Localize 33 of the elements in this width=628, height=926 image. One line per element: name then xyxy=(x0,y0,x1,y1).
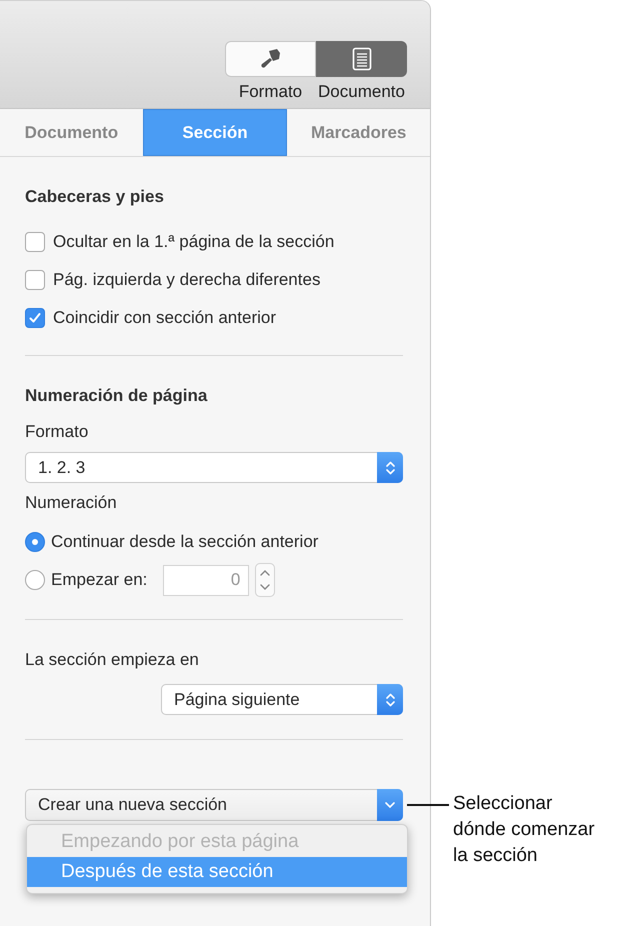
checkbox-label: Ocultar en la 1.ª página de la sección xyxy=(53,232,334,252)
tab[interactable]: Sección xyxy=(142,109,288,156)
checkbox[interactable] xyxy=(25,232,45,252)
toolbar-button[interactable] xyxy=(225,41,316,77)
field-label: La sección empieza en xyxy=(25,650,200,670)
radio-label: Continuar desde la sección anterior xyxy=(51,532,318,552)
checkmark-icon xyxy=(28,311,42,325)
new-section-dropdown[interactable]: Crear una nueva sección xyxy=(25,789,403,821)
menu-item[interactable]: Después de esta sección xyxy=(27,857,407,887)
section-heading: Numeración de página xyxy=(25,386,208,406)
tab[interactable]: Marcadores xyxy=(287,109,430,156)
radio-label: Empezar en: xyxy=(51,570,148,590)
section-start-select[interactable]: Página siguiente xyxy=(161,684,403,715)
chevron-down-icon xyxy=(383,800,397,810)
checkbox[interactable] xyxy=(25,308,45,328)
radio-button[interactable] xyxy=(25,570,45,590)
tab[interactable]: Documento xyxy=(0,109,143,156)
radio-button[interactable] xyxy=(25,532,45,552)
toolbar-button[interactable] xyxy=(316,41,407,77)
field-label: Formato xyxy=(25,422,90,442)
document-icon xyxy=(352,47,372,71)
format-select[interactable]: 1. 2. 3 xyxy=(25,452,403,483)
checkbox[interactable] xyxy=(25,270,45,290)
checkbox-label: Pág. izquierda y derecha diferentes xyxy=(53,270,320,290)
stepper-icon[interactable] xyxy=(255,563,276,597)
toolbar-label: Formato xyxy=(238,82,302,102)
section-heading: Cabeceras y pies xyxy=(25,187,165,207)
field-label: Numeración xyxy=(25,493,118,513)
toolbar-label: Documento xyxy=(318,82,405,102)
checkbox-label: Coincidir con sección anterior xyxy=(53,308,276,328)
number-field[interactable]: 0 xyxy=(163,564,250,596)
callout-text: Seleccionar dónde comenzar la sección xyxy=(453,792,596,868)
leader-line xyxy=(407,804,449,806)
